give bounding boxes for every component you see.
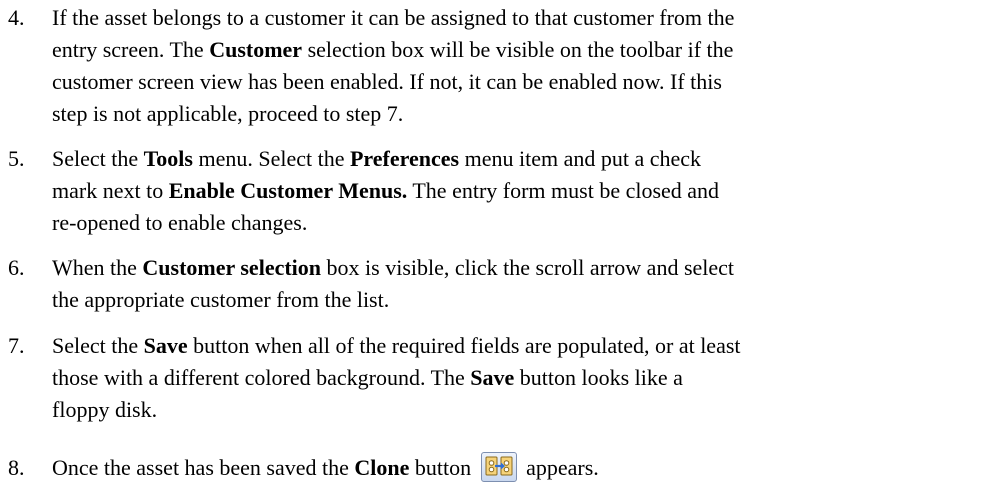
- text-run: box is visible, click the scroll arrow a…: [321, 255, 735, 280]
- text-run: those with a different colored backgroun…: [52, 365, 471, 390]
- text-line: entry screen. The Customer selection box…: [52, 34, 978, 66]
- bold-term: Tools: [143, 146, 193, 171]
- step-number: 6.: [8, 255, 25, 280]
- text-run: mark next to: [52, 178, 169, 203]
- text-run: button: [409, 455, 477, 480]
- step-text: Select the Save button when all of the r…: [52, 330, 978, 426]
- text-run: The entry form must be closed and: [407, 178, 720, 203]
- text-line: customer screen view has been enabled. I…: [52, 66, 978, 98]
- text-run: Select the: [52, 333, 144, 358]
- text-line: step is not applicable, proceed to step …: [52, 98, 978, 130]
- bold-term: Customer: [209, 37, 303, 62]
- text-run: re-opened to enable changes.: [52, 210, 308, 235]
- text-run: button when all of the required fields a…: [187, 333, 741, 358]
- text-line: When the Customer selection box is visib…: [52, 252, 978, 284]
- text-run: appears.: [520, 455, 599, 480]
- text-run: Once the asset has been saved the: [52, 455, 355, 480]
- text-line: Select the Tools menu. Select the Prefer…: [52, 143, 978, 175]
- text-run: button looks like a: [514, 365, 683, 390]
- clone-icon: [480, 451, 517, 482]
- step-text: When the Customer selection box is visib…: [52, 252, 978, 316]
- bold-term: Save: [143, 333, 188, 358]
- document-page: 4. If the asset belongs to a customer it…: [0, 0, 992, 500]
- text-run: customer screen view has been enabled. I…: [52, 69, 722, 94]
- text-line: floppy disk.: [52, 394, 978, 426]
- text-run: selection box will be visible on the too…: [302, 37, 734, 62]
- step-number: 8.: [8, 455, 25, 480]
- text-line: the appropriate customer from the list.: [52, 284, 978, 316]
- text-line: Once the asset has been saved the Clone …: [52, 451, 978, 484]
- text-line: re-opened to enable changes.: [52, 207, 978, 239]
- text-run: menu item and put a check: [459, 146, 702, 171]
- text-line: Select the Save button when all of the r…: [52, 330, 978, 362]
- step-number: 4.: [8, 5, 25, 30]
- step-number: 7.: [8, 333, 25, 358]
- text-run: If the asset belongs to a customer it ca…: [52, 5, 735, 30]
- step-text: Select the Tools menu. Select the Prefer…: [52, 143, 978, 239]
- bold-term: Enable Customer Menus.: [168, 178, 408, 203]
- bold-term: Clone: [354, 455, 410, 480]
- text-run: menu. Select the: [192, 146, 350, 171]
- step-text: If the asset belongs to a customer it ca…: [52, 2, 978, 130]
- text-run: step is not applicable, proceed to step …: [52, 101, 404, 126]
- text-run: entry screen. The: [52, 37, 210, 62]
- text-run: floppy disk.: [52, 397, 158, 422]
- bold-term: Customer selection: [142, 255, 322, 280]
- bold-term: Save: [470, 365, 515, 390]
- text-line: If the asset belongs to a customer it ca…: [52, 2, 978, 34]
- step-text: Once the asset has been saved the Clone …: [52, 451, 978, 484]
- bold-term: Preferences: [349, 146, 460, 171]
- text-run: the appropriate customer from the list.: [52, 287, 390, 312]
- text-line: those with a different colored backgroun…: [52, 362, 978, 394]
- text-run: Select the: [52, 146, 144, 171]
- step-number: 5.: [8, 146, 25, 171]
- text-line: mark next to Enable Customer Menus. The …: [52, 175, 978, 207]
- text-run: When the: [52, 255, 143, 280]
